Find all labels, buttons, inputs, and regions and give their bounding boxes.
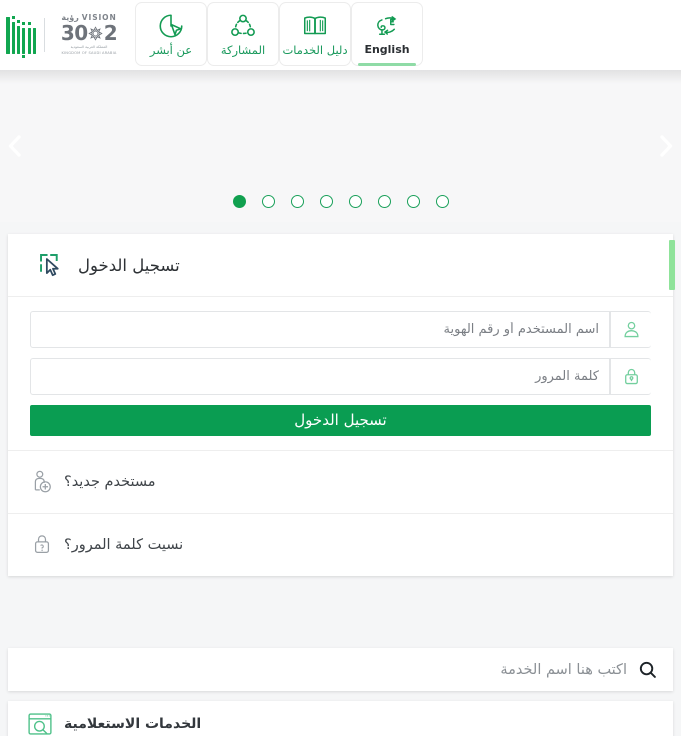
select-cursor-icon: [38, 252, 64, 278]
brand-zone: VISION رؤية 2 30 المملكة العربية السعودي…: [0, 0, 135, 70]
login-links: مستخدم جديد؟ نسيت كلمة المرور؟: [8, 450, 673, 576]
password-input[interactable]: [30, 358, 610, 395]
header-nav-tabs: عن أبشر المشاركة دليل الخدمات English: [135, 0, 423, 70]
logo-divider: [44, 18, 45, 52]
lock-question-icon: [30, 532, 54, 558]
tab-participation-label: المشاركة: [220, 42, 266, 57]
tab-english-label: English: [364, 43, 410, 56]
user-icon: [610, 311, 651, 348]
carousel-dot[interactable]: [319, 195, 333, 208]
tab-english[interactable]: English: [351, 2, 423, 66]
site-header: VISION رؤية 2 30 المملكة العربية السعودي…: [0, 0, 681, 70]
info-services-label: الخدمات الاستعلامية: [64, 716, 202, 732]
carousel-prev-button[interactable]: [0, 129, 32, 163]
login-title: تسجيل الدخول: [78, 255, 180, 275]
service-search-input[interactable]: [22, 661, 637, 678]
info-services-row[interactable]: الخدمات الاستعلامية: [8, 701, 673, 736]
carousel-dot[interactable]: [348, 195, 362, 208]
login-card: تسجيل الدخول اسم المستخدم أو رقم الهوية …: [8, 234, 675, 576]
vision-year-left: 2: [103, 21, 118, 46]
carousel-dot[interactable]: [377, 195, 391, 208]
carousel-dot[interactable]: [435, 195, 449, 208]
carousel-dot[interactable]: [261, 195, 275, 208]
tab-services-guide-label: دليل الخدمات: [282, 42, 348, 57]
service-search-card: [8, 648, 673, 691]
new-user-link[interactable]: مستخدم جديد؟: [8, 450, 673, 513]
language-swap-icon: [372, 12, 402, 40]
username-input[interactable]: [30, 311, 610, 348]
login-accent-bar: [669, 240, 675, 290]
absher-logo[interactable]: [6, 14, 36, 58]
login-card-header: تسجيل الدخول: [8, 234, 675, 297]
login-submit-button[interactable]: تسجيل الدخول: [30, 405, 651, 436]
new-user-label: مستخدم جديد؟: [64, 474, 156, 490]
about-cursor-icon: [156, 12, 186, 40]
tab-services-guide[interactable]: دليل الخدمات: [279, 2, 351, 66]
hero-carousel: [0, 70, 681, 222]
share-network-icon: [228, 12, 258, 40]
carousel-next-button[interactable]: [649, 129, 681, 163]
tab-about-label: عن أبشر: [149, 42, 193, 57]
tab-participation[interactable]: المشاركة: [207, 2, 279, 66]
password-field-group: [30, 358, 651, 395]
carousel-dot[interactable]: [290, 195, 304, 208]
chevron-right-icon: [660, 135, 673, 157]
lock-icon: [610, 358, 651, 395]
tab-about[interactable]: عن أبشر: [135, 2, 207, 66]
login-form: تسجيل الدخول: [8, 297, 673, 436]
chevron-left-icon: [8, 135, 21, 157]
services-card: الخدمات الاستعلامية: [8, 701, 673, 736]
vision-year-right: 30: [60, 21, 88, 46]
user-add-icon: [30, 469, 54, 495]
vision-star-icon: [88, 25, 103, 41]
vision-sub-en: KINGDOM OF SAUDI ARABIA: [61, 50, 117, 55]
open-book-icon: [300, 12, 330, 40]
vision-2030-logo[interactable]: VISION رؤية 2 30 المملكة العربية السعودي…: [53, 13, 125, 57]
carousel-dot-active[interactable]: [232, 195, 246, 208]
window-search-icon: [26, 711, 54, 736]
carousel-dot[interactable]: [406, 195, 420, 208]
search-icon[interactable]: [637, 659, 659, 681]
forgot-password-link[interactable]: نسيت كلمة المرور؟: [8, 513, 673, 576]
username-field-group: [30, 311, 651, 348]
app-root: VISION رؤية 2 30 المملكة العربية السعودي…: [0, 0, 681, 736]
carousel-dots: [0, 195, 681, 208]
forgot-password-label: نسيت كلمة المرور؟: [64, 537, 184, 553]
